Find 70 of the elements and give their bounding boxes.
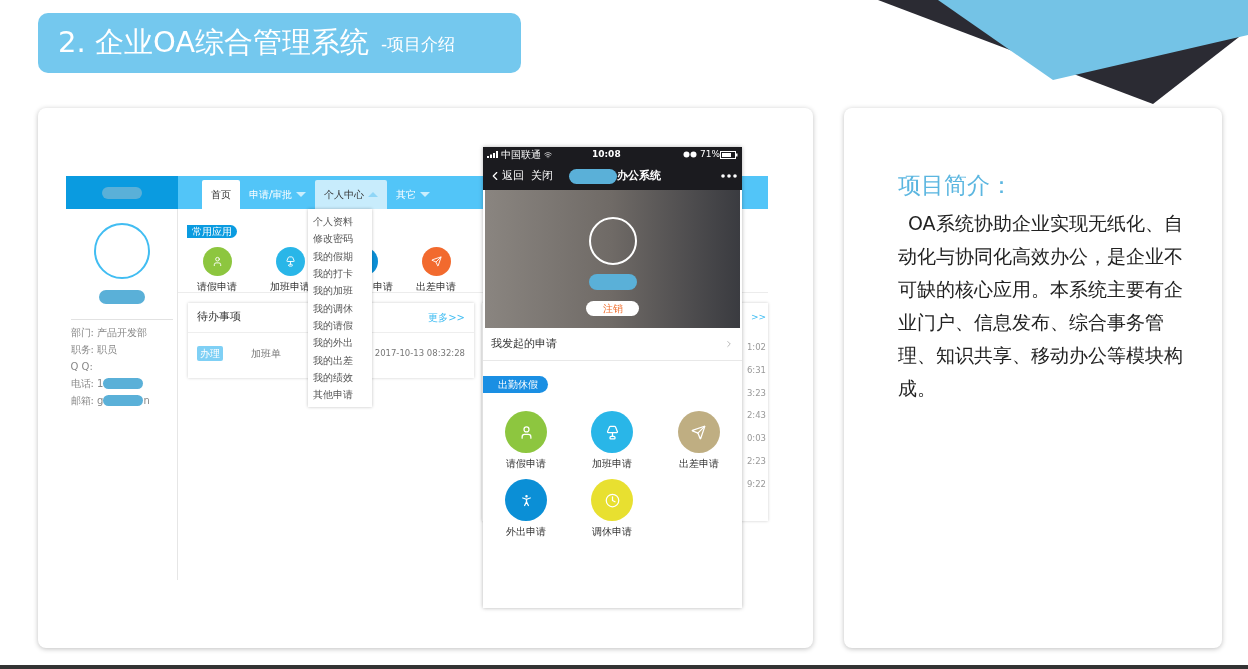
caret-icon (420, 192, 431, 197)
card-title: 待办事项 (197, 309, 241, 326)
profile-field: 电话: 1 (70, 376, 104, 391)
redaction-mark (98, 290, 145, 304)
profile-field-tail: n (143, 394, 150, 408)
nav-tab[interactable]: 个人中心 (315, 180, 388, 209)
paper-plane-icon (691, 424, 707, 440)
menu-item[interactable]: 我的请假 (308, 316, 372, 335)
todo-time: 2017-10-13 08:32:28 (374, 346, 465, 360)
battery-icon (720, 150, 738, 159)
clock-icon (605, 492, 620, 508)
caret-icon (296, 192, 307, 197)
caret-icon (368, 192, 379, 197)
app-shortcut[interactable]: 加班申请 (569, 411, 656, 471)
app-shortcut[interactable]: 请假申请 (187, 247, 247, 294)
menu-item[interactable]: 我的外出 (308, 334, 372, 352)
wifi-icon (544, 150, 552, 159)
menu-item[interactable]: 我的绩效 (308, 368, 372, 386)
more-icon[interactable] (721, 174, 737, 178)
menu-item[interactable]: 我的出差 (308, 351, 372, 369)
app-shortcut[interactable]: 出差申请 (406, 247, 466, 294)
page-title: 办公系统 (617, 167, 661, 184)
nav-tab[interactable]: 首页 (202, 180, 240, 209)
menu-item[interactable]: 个人资料 (308, 213, 372, 231)
section-tag: 出勤休假 (483, 376, 548, 393)
list-time: 2:43 (746, 409, 766, 422)
list-time: 2:23 (746, 454, 766, 468)
menu-item[interactable]: 我的调休 (308, 299, 372, 317)
redaction-mark (103, 378, 144, 389)
person-icon (211, 256, 223, 267)
menu-item[interactable]: 其他申请 (308, 385, 372, 404)
profile-field: 邮箱: g (70, 393, 104, 408)
app-shortcut[interactable]: 请假申请 (483, 411, 570, 471)
list-time: 0:03 (746, 432, 766, 445)
redaction-mark (588, 274, 637, 290)
battery-label: 71% (700, 147, 720, 161)
list-time: 1:02 (746, 341, 766, 354)
profile-field: Q Q: (70, 359, 93, 374)
signal-icon (487, 151, 499, 158)
app-shortcut[interactable]: 出差申请 (655, 411, 742, 471)
list-time: 9:22 (746, 477, 766, 491)
lamp-icon (284, 256, 296, 267)
menu-item[interactable]: 我的打卡 (308, 264, 372, 283)
profile-field: 职务: 职员 (70, 342, 118, 357)
section-tag: 常用应用 (187, 225, 237, 238)
redaction-mark (103, 395, 144, 406)
intro-paragraph: OA系统协助企业实现无纸化、自动化与协同化高效办公，是企业不可缺的核心应用。本系统主要有企业门户、信息发布、综合事务管理、知识共享、移动办公等模块构成。 (898, 210, 1184, 401)
app-shortcut[interactable]: 外出申请 (483, 479, 570, 539)
chevron-icon (724, 339, 734, 349)
menu-item[interactable]: 修改密码 (308, 230, 372, 248)
status-tag: 办理 (197, 345, 223, 361)
app-shortcut[interactable]: 调休申请 (569, 479, 656, 539)
carrier-label: 中国联通 (501, 148, 541, 162)
intro-heading: 项目简介： (898, 171, 1014, 200)
close-link[interactable]: 关闭 (531, 167, 553, 185)
paper-plane-icon (430, 256, 442, 267)
slide-subtitle: -项目介绍 (381, 33, 456, 57)
back-link[interactable]: 返回 (502, 167, 524, 185)
slide-title: 2. 企业OA综合管理系统 (58, 24, 370, 62)
person-icon (518, 424, 534, 440)
menu-item[interactable]: 我的加班 (308, 282, 372, 300)
profile-field: 部门: 产品开发部 (70, 325, 148, 340)
lamp-icon (605, 424, 620, 440)
redaction-mark (102, 186, 142, 199)
list-time: 3:23 (746, 386, 766, 400)
list-time: 6:31 (746, 363, 766, 377)
todo-name[interactable]: 加班单 (251, 345, 281, 361)
list-row[interactable]: 我发起的申请 (483, 328, 742, 361)
clock-time: 10:08 (592, 147, 621, 161)
redaction-mark (569, 168, 617, 184)
